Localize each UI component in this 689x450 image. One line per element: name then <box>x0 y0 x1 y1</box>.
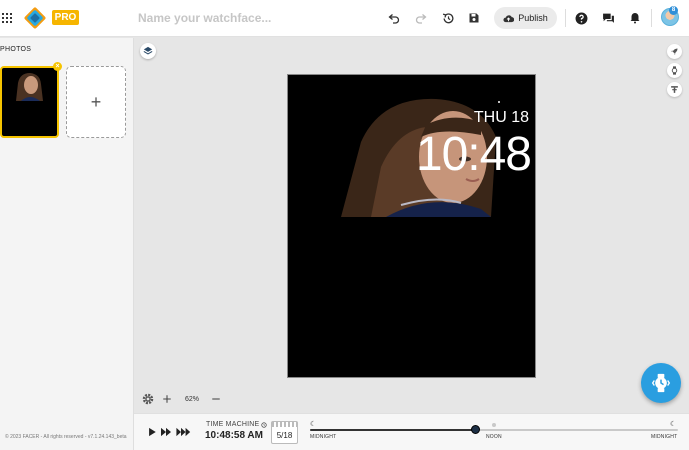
time-machine-time: 10:48:58 AM <box>205 430 263 441</box>
gear-icon[interactable] <box>140 392 156 406</box>
tune-icon <box>671 86 678 93</box>
pro-badge: PRO <box>52 10 79 25</box>
toolbar-divider <box>651 9 652 27</box>
date-picker-button[interactable]: 5/18 <box>271 421 298 444</box>
add-photo-button[interactable]: + <box>66 66 126 138</box>
watchface-dot <box>498 101 500 103</box>
zoom-controls: 62% <box>140 390 228 408</box>
moon-icon: ☾ <box>670 421 677 428</box>
notification-count-badge: 8 <box>669 6 678 15</box>
moon-icon: ☾ <box>310 421 317 428</box>
rocket-button[interactable] <box>667 44 682 59</box>
cloud-upload-icon <box>503 14 515 22</box>
fast-forward-icon[interactable] <box>160 427 172 437</box>
redo-icon[interactable] <box>413 10 429 26</box>
watch-preview-button[interactable] <box>667 63 682 78</box>
apps-grid-icon[interactable] <box>2 13 12 23</box>
save-icon[interactable] <box>466 10 482 26</box>
time-slider-thumb[interactable] <box>470 425 480 434</box>
tick-noon: NOON <box>486 434 502 440</box>
plus-icon: + <box>90 91 102 112</box>
faster-forward-icon[interactable] <box>176 427 191 437</box>
tick-midnight-start: MIDNIGHT <box>310 434 337 440</box>
calendar-icon <box>272 422 297 427</box>
watchface-canvas[interactable]: THU 18 10:48 <box>287 74 536 378</box>
watchface-time[interactable]: 10:48 <box>288 127 532 182</box>
remove-photo-button[interactable]: × <box>53 62 62 71</box>
history-icon[interactable] <box>440 10 456 26</box>
layers-icon <box>143 46 153 55</box>
play-icon[interactable] <box>147 427 157 437</box>
time-slider-fill <box>310 429 476 431</box>
watchface-date[interactable]: THU 18 <box>288 109 529 127</box>
copyright-text: © 2023 FACER - All rights reserved - v7.… <box>5 434 127 440</box>
date-picker-value: 5/18 <box>276 431 293 440</box>
bell-icon[interactable] <box>627 10 643 26</box>
zoom-in-icon[interactable] <box>160 392 174 406</box>
photos-sidebar: PHOTOS × + © 2023 FACER - All rights res… <box>0 38 134 450</box>
time-machine-label: TIME MACHINE <box>206 421 267 428</box>
tick-midnight-end: MIDNIGHT <box>651 434 678 440</box>
rocket-icon <box>671 48 678 55</box>
facer-logo[interactable] <box>24 7 46 29</box>
time-machine-title: TIME MACHINE <box>206 421 260 428</box>
watch-preview-fab[interactable] <box>641 363 681 403</box>
photos-section-title: PHOTOS <box>0 46 32 53</box>
help-icon[interactable] <box>573 10 589 26</box>
publish-button[interactable]: Publish <box>494 7 557 29</box>
portrait-photo-thumbnail <box>16 73 43 101</box>
time-machine-bar: TIME MACHINE 10:48:58 AM 5/18 ☾ ☾ MIDNIG… <box>134 413 689 450</box>
zoom-out-icon[interactable] <box>209 392 223 406</box>
adjust-tool-button[interactable] <box>667 82 682 97</box>
watchface-name-input[interactable] <box>138 7 368 29</box>
clock-icon <box>261 421 267 428</box>
top-bar: PRO Publish 8 <box>0 0 689 37</box>
watch-icon <box>671 66 678 75</box>
publish-label: Publish <box>518 13 548 23</box>
photo-thumbnail-selected[interactable] <box>0 66 59 138</box>
chat-icon[interactable] <box>600 10 616 26</box>
layers-button[interactable] <box>140 43 156 59</box>
zoom-level: 62% <box>185 395 200 403</box>
toolbar-divider <box>565 9 566 27</box>
noon-marker <box>492 423 496 427</box>
undo-icon[interactable] <box>386 10 402 26</box>
time-slider-track[interactable] <box>310 429 678 431</box>
watch-face-icon <box>651 373 671 393</box>
